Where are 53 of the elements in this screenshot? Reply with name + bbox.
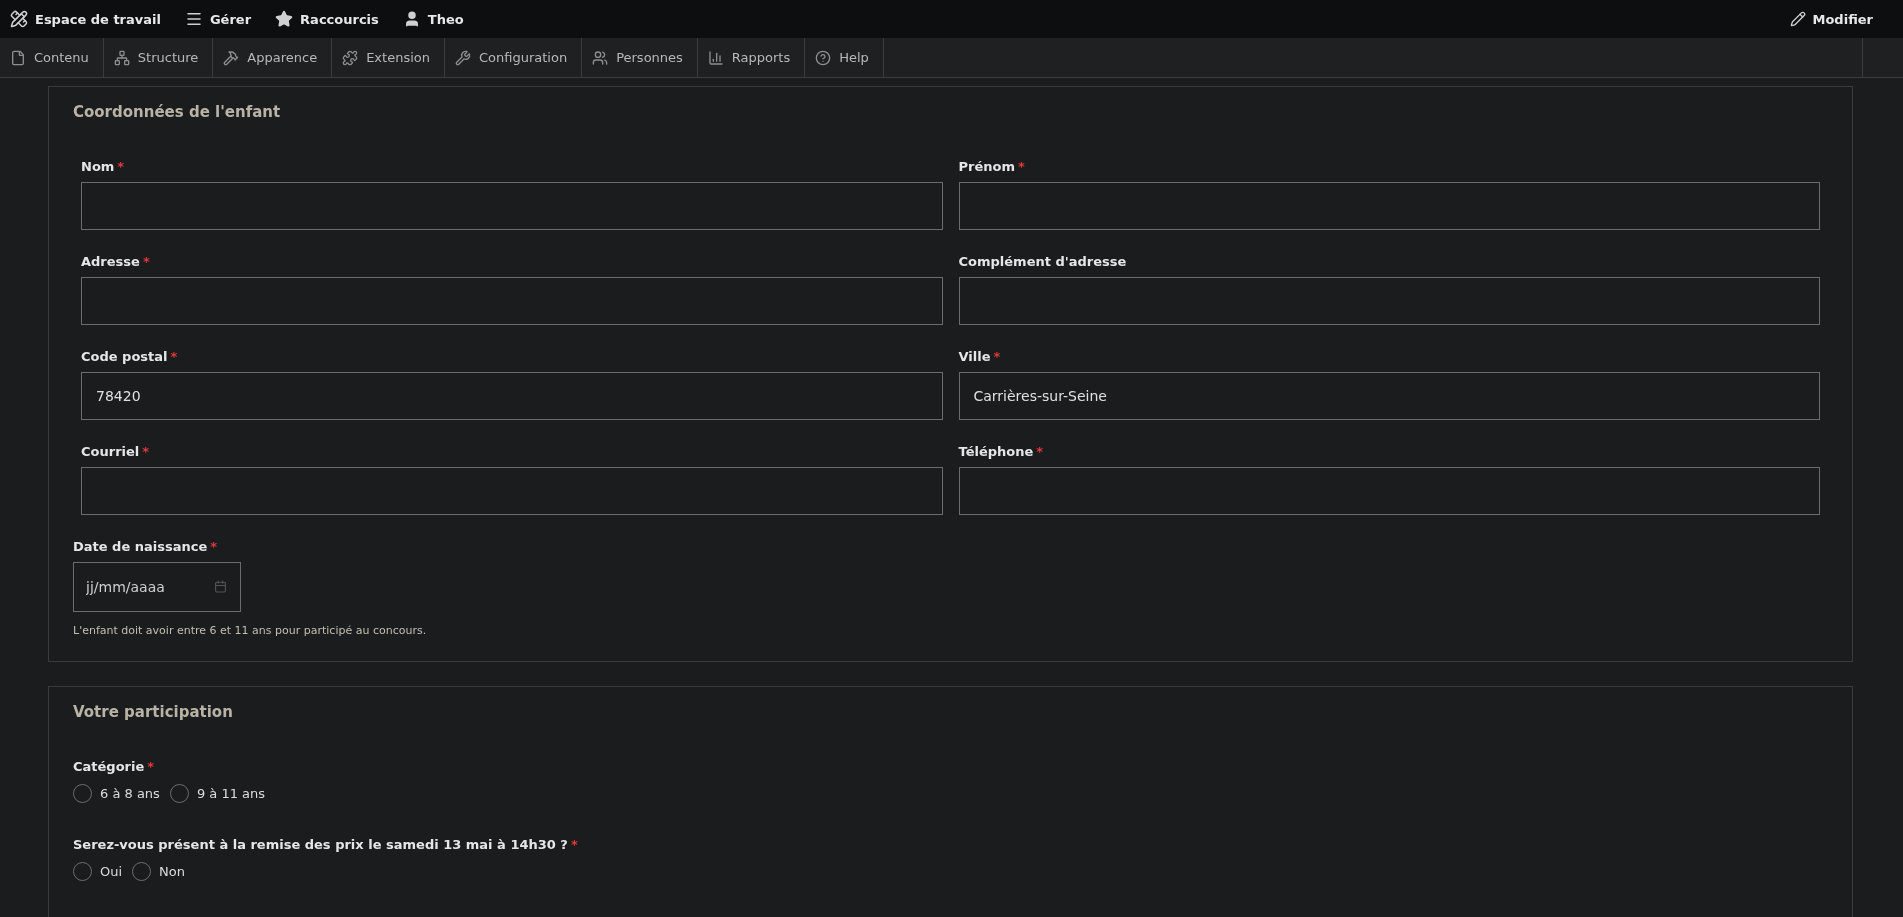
section-title: Coordonnées de l'enfant xyxy=(73,103,282,121)
admin-menu-link[interactable]: Apparence xyxy=(213,38,333,77)
sitemap-icon xyxy=(113,49,130,66)
pencil-icon xyxy=(1789,11,1806,27)
section-title: Votre participation xyxy=(73,703,234,721)
help-text: L'enfant doit avoir entre 6 et 11 ans pour participé au concours. xyxy=(73,624,428,637)
text-input[interactable] xyxy=(81,467,943,515)
text-input[interactable] xyxy=(958,277,1820,325)
calendar-icon[interactable] xyxy=(214,580,227,593)
field-label: Complément d'adresse xyxy=(958,254,1128,269)
menu-icon xyxy=(184,10,203,28)
tools-icon xyxy=(10,10,28,28)
field-label: Code postal * xyxy=(81,349,179,364)
star-icon xyxy=(275,10,294,28)
admin-menu-link[interactable]: Extension xyxy=(332,38,445,77)
bar-chart-icon xyxy=(707,49,724,66)
radio-option[interactable]: 6 à 8 ans xyxy=(73,784,160,803)
date-input[interactable]: jj/mm/aaaa xyxy=(73,562,241,612)
wrench-icon xyxy=(454,49,471,66)
toolbar-link[interactable]: Theo xyxy=(400,0,476,38)
field-label: Serez-vous présent à la remise des prix le samedi 13 mai à 14h30 ? * xyxy=(73,837,579,852)
text-input[interactable] xyxy=(81,277,943,325)
text-input[interactable] xyxy=(81,182,943,230)
admin-menu-link[interactable]: Structure xyxy=(103,38,214,77)
hammer-icon xyxy=(223,49,240,66)
radio-option[interactable]: Non xyxy=(132,862,185,881)
field-label: Nom * xyxy=(81,159,126,174)
field-label: Ville * xyxy=(958,349,1002,364)
admin-menu-link[interactable]: Configuration xyxy=(444,38,583,77)
field-label: Catégorie * xyxy=(73,759,156,774)
admin-menu-link[interactable]: Personnes xyxy=(582,38,698,77)
toolbar-link[interactable]: Gérer xyxy=(182,0,264,38)
puzzle-icon xyxy=(342,49,359,66)
field-label: Prénom * xyxy=(958,159,1026,174)
toolbar-link[interactable]: Espace de travail xyxy=(8,0,173,38)
text-input[interactable] xyxy=(958,467,1820,515)
text-input[interactable]: 78420 xyxy=(81,372,943,420)
radio-option[interactable]: 9 à 11 ans xyxy=(169,784,266,803)
text-input[interactable] xyxy=(958,182,1820,230)
file-icon xyxy=(10,49,26,66)
edit-link[interactable]: Modifier xyxy=(1787,0,1885,38)
toolbar-link[interactable]: Raccourcis xyxy=(273,0,391,38)
people-icon xyxy=(592,49,609,66)
text-input[interactable]: Carrières-sur-Seine xyxy=(958,372,1820,420)
admin-menu-link[interactable]: Contenu xyxy=(0,38,104,77)
field-label: Courriel * xyxy=(81,444,151,459)
field-label: Téléphone * xyxy=(958,444,1045,459)
radio-option[interactable]: Oui xyxy=(73,862,123,881)
admin-menu-link[interactable]: Rapports xyxy=(697,38,806,77)
field-label: Adresse * xyxy=(81,254,151,269)
admin-menu-link[interactable]: Help xyxy=(805,38,884,77)
help-icon xyxy=(815,49,832,66)
field-label: Date de naissance * xyxy=(73,539,219,554)
